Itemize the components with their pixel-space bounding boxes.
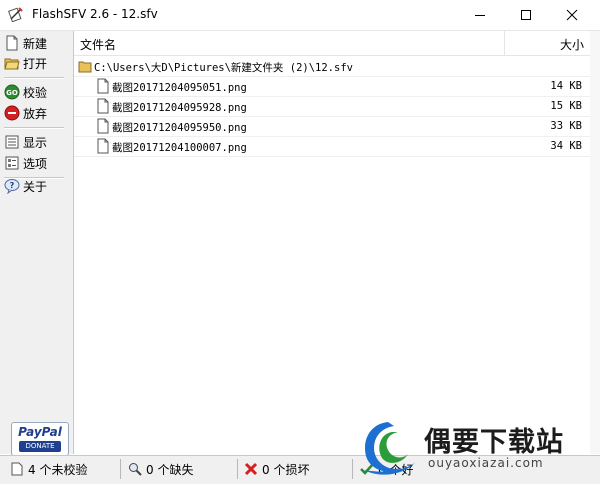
display-label: 显示 (23, 135, 48, 150)
about-button[interactable]: ? 关于 (4, 176, 66, 196)
donate-label: DONATE (19, 441, 61, 452)
status-damaged: 0 个损坏 (244, 459, 309, 479)
maximize-icon (521, 10, 531, 20)
options-button[interactable]: 选项 (4, 153, 66, 173)
folder-row[interactable]: C:\Users\大D\Pictures\新建文件夹 (2)\12.sfv (74, 56, 590, 77)
new-document-icon (6, 35, 18, 51)
app-icon (8, 7, 23, 22)
file-icon (97, 78, 109, 94)
go-check-icon: GO (4, 84, 20, 100)
new-label: 新建 (23, 36, 48, 51)
status-missing-text: 0 个缺失 (146, 462, 194, 477)
about-icon: ? (4, 179, 20, 194)
display-icon (5, 135, 19, 149)
status-unchecked-text: 4 个未校验 (28, 462, 88, 477)
watermark-name: 偶要下载站 (424, 427, 564, 458)
file-name: 截图20171204095950.png (112, 122, 247, 134)
status-missing: 0 个缺失 (128, 459, 193, 479)
toolbar-divider (4, 77, 64, 79)
file-size: 14 KB (550, 80, 582, 92)
unchecked-file-icon (11, 462, 23, 476)
open-folder-icon (4, 58, 20, 70)
svg-text:GO: GO (6, 89, 18, 97)
abort-label: 放弃 (23, 106, 48, 121)
file-row[interactable]: 截图20171204095950.png 33 KB (74, 116, 590, 137)
open-button[interactable]: 打开 (4, 53, 66, 73)
open-label: 打开 (23, 56, 48, 71)
svg-text:?: ? (10, 181, 15, 190)
folder-icon (78, 61, 92, 73)
watermark-swoosh-icon (364, 422, 416, 475)
sidebar-toolbar: 新建 打开 GO 校验 放弃 显示 选项 ? 关于 PayPal DONATE (0, 31, 74, 456)
file-name: 截图20171204095928.png (112, 102, 247, 114)
folder-path: C:\Users\大D\Pictures\新建文件夹 (2)\12.sfv (94, 62, 353, 74)
abort-button[interactable]: 放弃 (4, 103, 66, 123)
watermark-url: ouyaoxiazai.com (428, 456, 544, 470)
status-divider (237, 459, 238, 479)
close-icon (566, 9, 578, 21)
file-size: 33 KB (550, 120, 582, 132)
site-watermark-logo: 偶要下载站 ouyaoxiazai.com (358, 416, 594, 480)
status-damaged-text: 0 个损坏 (262, 462, 310, 477)
file-size: 15 KB (550, 100, 582, 112)
minimize-button[interactable] (457, 0, 503, 30)
window-title: FlashSFV 2.6 - 12.sfv (32, 7, 158, 21)
toolbar-divider (4, 127, 64, 129)
file-size: 34 KB (550, 140, 582, 152)
file-icon (97, 98, 109, 114)
new-button[interactable]: 新建 (4, 33, 66, 53)
file-name: 截图20171204095051.png (112, 82, 247, 94)
file-icon (97, 118, 109, 134)
options-label: 选项 (23, 156, 48, 171)
verify-label: 校验 (23, 85, 48, 100)
file-list[interactable]: 文件名 大小 C:\Users\大D\Pictures\新建文件夹 (2)\12… (74, 31, 590, 454)
minimize-icon (475, 15, 485, 16)
column-divider[interactable] (504, 31, 505, 55)
options-icon (5, 156, 19, 170)
status-divider (352, 459, 353, 479)
file-row[interactable]: 截图20171204095051.png 14 KB (74, 76, 590, 97)
title-bar[interactable]: FlashSFV 2.6 - 12.sfv (0, 0, 600, 31)
stop-icon (4, 105, 20, 121)
magnifier-icon (129, 463, 142, 476)
about-label: 关于 (23, 179, 48, 194)
display-button[interactable]: 显示 (4, 132, 66, 152)
red-x-icon (244, 462, 258, 476)
file-icon (97, 138, 109, 154)
status-divider (120, 459, 121, 479)
file-row[interactable]: 截图20171204100007.png 34 KB (74, 136, 590, 157)
file-name: 截图20171204100007.png (112, 142, 247, 154)
close-button[interactable] (549, 0, 595, 30)
column-header-filename[interactable]: 文件名 (80, 36, 116, 53)
verify-button[interactable]: GO 校验 (4, 82, 66, 102)
status-unchecked: 4 个未校验 (10, 459, 87, 479)
paypal-logo: PayPal (18, 425, 62, 439)
file-row[interactable]: 截图20171204095928.png 15 KB (74, 96, 590, 117)
maximize-button[interactable] (503, 0, 549, 30)
vertical-scrollbar[interactable] (590, 31, 600, 454)
column-header-size[interactable]: 大小 (560, 36, 584, 53)
paypal-donate-button[interactable]: PayPal DONATE (11, 422, 69, 456)
list-header: 文件名 大小 (74, 31, 590, 56)
